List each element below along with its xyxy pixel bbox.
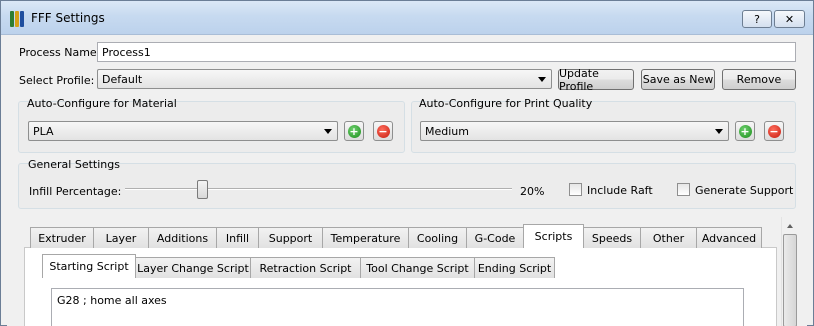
script-tab-tool-change-script[interactable]: Tool Change Script <box>360 257 475 278</box>
tab-cooling[interactable]: Cooling <box>408 227 467 248</box>
remove-profile-button[interactable]: Remove <box>722 69 796 90</box>
tab-temperature[interactable]: Temperature <box>322 227 409 248</box>
tab-label: Support <box>268 231 313 245</box>
tab-layer[interactable]: Layer <box>93 227 149 248</box>
tab-other[interactable]: Other <box>640 227 697 248</box>
dialog-body: Process Name: Process1 Select Profile: D… <box>7 36 807 326</box>
remove-quality-button[interactable]: − <box>764 121 784 141</box>
tab-advanced[interactable]: Advanced <box>696 227 762 248</box>
general-settings-title: General Settings <box>28 158 120 171</box>
generate-support-label: Generate Support <box>695 184 794 197</box>
quality-group-title: Auto-Configure for Print Quality <box>419 97 593 110</box>
script-tab-label: Starting Script <box>49 260 129 273</box>
update-profile-button[interactable]: Update Profile <box>558 67 634 93</box>
tab-label: Layer <box>105 231 137 245</box>
tab-label: Infill <box>225 231 250 245</box>
infill-percentage-label: Infill Percentage: <box>29 185 122 198</box>
tab-infill[interactable]: Infill <box>216 227 259 248</box>
tab-label: Additions <box>156 231 209 245</box>
quality-select[interactable]: Medium <box>420 121 729 141</box>
process-name-label: Process Name: <box>19 46 101 59</box>
generate-support-checkbox[interactable] <box>677 183 690 196</box>
script-tab-label: Retraction Script <box>259 261 352 275</box>
add-material-button[interactable]: + <box>344 121 364 141</box>
tab-extruder[interactable]: Extruder <box>30 227 94 248</box>
material-group-title: Auto-Configure for Material <box>27 97 177 110</box>
tab-label: Speeds <box>591 231 633 245</box>
script-editor[interactable]: G28 ; home all axes <box>51 288 744 326</box>
tab-speeds[interactable]: Speeds <box>583 227 641 248</box>
help-icon: ? <box>754 12 760 26</box>
minus-icon: − <box>376 124 390 138</box>
select-profile-label: Select Profile: <box>19 74 95 87</box>
fff-settings-window: FFF Settings ? ✕ Process Name: Process1 … <box>0 0 814 326</box>
title-bar[interactable]: FFF Settings ? ✕ <box>1 1 813 35</box>
script-tab-label: Layer Change Script <box>137 261 249 275</box>
tab-label: G-Code <box>474 231 516 245</box>
script-tab-layer-change-script[interactable]: Layer Change Script <box>135 257 251 278</box>
script-tab-retraction-script[interactable]: Retraction Script <box>250 257 361 278</box>
scrollbar-thumb[interactable] <box>783 234 797 326</box>
remove-material-button[interactable]: − <box>373 121 393 141</box>
tab-label: Scripts <box>534 230 573 243</box>
include-raft-checkbox[interactable] <box>569 183 582 196</box>
material-selected-value: PLA <box>33 125 54 138</box>
chevron-down-icon <box>538 77 546 82</box>
script-tab-label: Ending Script <box>477 261 552 275</box>
tab-label: Extruder <box>38 231 86 245</box>
tab-label: Temperature <box>330 231 401 245</box>
profile-select[interactable]: Default <box>97 69 552 89</box>
script-tab-label: Tool Change Script <box>366 261 469 275</box>
infill-slider-track[interactable] <box>125 188 512 190</box>
tab-additions[interactable]: Additions <box>148 227 217 248</box>
infill-value: 20% <box>520 185 545 198</box>
infill-slider-handle[interactable] <box>197 180 208 199</box>
script-tab-starting-script[interactable]: Starting Script <box>42 254 136 278</box>
minus-icon: − <box>767 124 781 138</box>
chevron-down-icon <box>715 129 723 134</box>
plus-icon: + <box>347 124 361 138</box>
include-raft-label: Include Raft <box>587 184 653 197</box>
material-select[interactable]: PLA <box>28 121 338 141</box>
save-as-new-button[interactable]: Save as New <box>641 69 715 90</box>
chevron-down-icon <box>324 129 332 134</box>
plus-icon: + <box>738 124 752 138</box>
process-name-input[interactable]: Process1 <box>97 42 796 62</box>
tab-g-code[interactable]: G-Code <box>466 227 524 248</box>
app-icon <box>10 11 24 27</box>
add-quality-button[interactable]: + <box>735 121 755 141</box>
tab-scripts[interactable]: Scripts <box>523 224 584 248</box>
window-title: FFF Settings <box>31 11 105 25</box>
script-tab-ending-script[interactable]: Ending Script <box>474 257 555 278</box>
quality-selected-value: Medium <box>425 125 469 138</box>
tab-support[interactable]: Support <box>258 227 323 248</box>
tab-label: Advanced <box>701 231 757 245</box>
tab-label: Cooling <box>416 231 459 245</box>
close-icon: ✕ <box>784 12 795 26</box>
profile-selected-value: Default <box>102 73 143 86</box>
close-button[interactable]: ✕ <box>774 10 805 28</box>
scroll-up-icon[interactable] <box>787 224 793 228</box>
help-button[interactable]: ? <box>742 10 772 28</box>
tab-label: Other <box>652 231 685 245</box>
vertical-scrollbar[interactable] <box>781 217 798 326</box>
